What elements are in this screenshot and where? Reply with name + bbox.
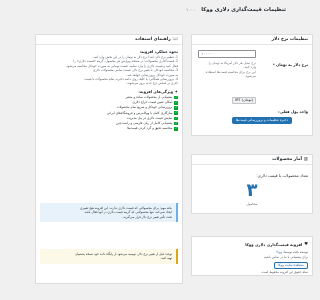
checkmark-icon: ✓ <box>174 115 178 121</box>
plugin-info-card: ♥ افزونه قیمت‌گذاری دلاری ووکا توسعه یاف… <box>191 236 313 276</box>
page-title: تنظیمات قیمت‌گذاری دلاری ووکا <box>201 7 286 13</box>
products-count-label: تعداد محصولات با قیمت دلاری: <box>256 173 308 178</box>
how-it-works-title: نحوه عملکرد افزونه: <box>139 49 178 54</box>
currency-label: واحد پول فعلی: <box>278 109 308 114</box>
heart-icon: ♥ <box>304 241 308 247</box>
plugin-title: ♥ افزونه قیمت‌گذاری دلاری ووکا <box>245 242 308 247</box>
plugin-title-text: افزونه قیمت‌گذاری دلاری ووکا <box>245 242 303 247</box>
page-header: تنظیمات قیمت‌گذاری دلاری ووکا ۱.۰.۰ <box>26 3 286 17</box>
plugin-author-label: توسعه یافته توسط: <box>282 250 308 254</box>
checkmark-icon: ✓ <box>174 100 178 105</box>
plugin-footer: تمام حقوق این افزونه محفوظ است. <box>260 270 308 274</box>
dollar-rate-input[interactable]: ۱۰۰۰۰۰ <box>198 50 256 58</box>
rate-label: نرخ دلار به تومان * <box>272 62 308 67</box>
features-title: ✦ ویژگی‌های افزونه: <box>138 88 178 94</box>
guide-card-title: راهنمای استفاده <box>135 37 171 42</box>
checkmark-icon: ✓ <box>174 110 178 116</box>
feature-item: ✓ محاسبه دقیق و گرد کردن قیمت‌ها <box>127 126 178 131</box>
rate-note: این نرخ برای محاسبه قیمت‌ها استفاده می‌ش… <box>205 69 256 78</box>
plugin-author-line: توسعه یافته توسط: ووکا <box>196 250 308 254</box>
checkmark-icon: ✓ <box>174 94 178 100</box>
guide-card: 📖 راهنمای استفاده نحوه عملکرد افزونه: 1.… <box>35 34 183 284</box>
plugin-support-line: برای پشتیبانی با ما در تماس باشید <box>263 255 308 259</box>
save-settings-button[interactable]: ذخیره تنظیمات و بروزرسانی قیمت‌ها <box>231 117 292 124</box>
checkmark-icon: ✓ <box>174 105 178 110</box>
warning-notice: توجه: قبل از تغییر نرخ دلار، توصیه می‌شو… <box>40 249 178 264</box>
checkmark-icon: ✓ <box>174 126 178 131</box>
settings-card-header: تنظیمات نرخ دلار <box>192 35 312 45</box>
checkmark-icon: ✓ <box>174 120 178 126</box>
products-card-title: آمار محصولات <box>272 157 303 162</box>
tip-notice: نکته مهم: برای محصولاتی که قیمت دلاری ند… <box>40 203 178 223</box>
guide-body: نحوه عملکرد افزونه: 1. تنظیم نرخ دلار: ا… <box>40 49 178 279</box>
settings-card-title: تنظیمات نرخ دلار <box>271 37 308 42</box>
plugin-author-link[interactable]: ووکا <box>277 250 282 254</box>
chart-icon: ▥ <box>304 156 308 162</box>
visit-site-button[interactable]: مشاهده سایت ووکا <box>274 262 308 269</box>
currency-badge: IRT (تومان) <box>232 97 256 104</box>
products-card-header: ▥ آمار محصولات <box>192 155 312 165</box>
settings-card: تنظیمات نرخ دلار نرخ دلار به تومان * ۱۰۰… <box>191 34 313 136</box>
book-icon: 📖 <box>172 36 178 42</box>
products-count: ۳ <box>246 180 258 201</box>
products-count-unit: محصول <box>246 202 258 206</box>
products-stats-card: ▥ آمار محصولات تعداد محصولات با قیمت دلا… <box>191 154 313 214</box>
rate-help: نرخ تبدیل هر دلار آمریکا به تومان را وار… <box>196 61 256 78</box>
guide-card-header: 📖 راهنمای استفاده <box>36 35 182 45</box>
plugin-version: ۱.۰.۰ <box>185 7 197 13</box>
star-icon: ✦ <box>174 88 178 94</box>
tip-line-3: تحت تأثیر تغییر نرخ دلار قرار می‌گیرند. <box>122 214 172 219</box>
warning-line-2: تهیه کنید. <box>160 256 172 261</box>
